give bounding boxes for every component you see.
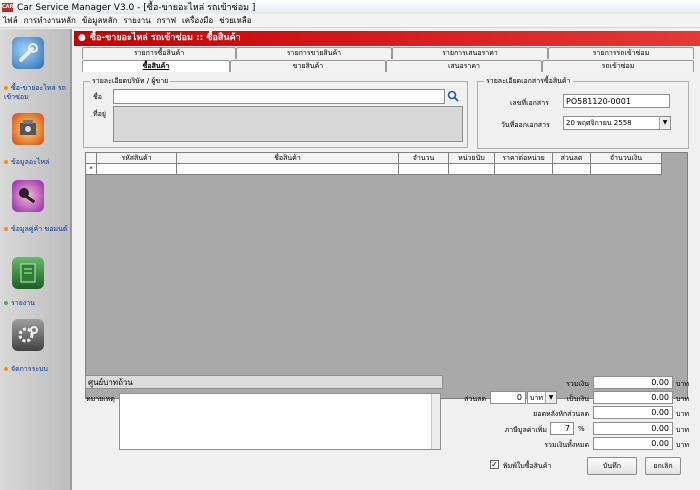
menu-bar: ไฟล์ การทำงานหลัก ข้อมูลหลัก รายงาน กราฟ… [0, 14, 700, 28]
sidebar: ซื้อ-ขายอะไหล่ รถเข้าซ่อม ข้อมูลอะไหล่ ข… [0, 29, 72, 490]
print-checkbox[interactable]: ✓ [490, 460, 499, 469]
total-label: รวมเงิน [566, 380, 589, 388]
grid-header-code[interactable]: รหัสสินค้า [97, 153, 177, 163]
items-grid: รหัสสินค้า ชื่อสินค้า จำนวน หน่วยนับ ราค… [85, 152, 688, 399]
new-row-marker: * [86, 164, 97, 174]
bullet-icon [4, 301, 8, 305]
cancel-button[interactable]: ยกเลิก [645, 457, 681, 475]
grid-header-unit-price[interactable]: ราคาต่อหน่วย [495, 153, 553, 163]
bullet-icon [4, 86, 8, 90]
search-icon[interactable] [447, 89, 460, 104]
vat-label: ภาษีมูลค่าเพิ่ม [504, 426, 547, 434]
tab-purchase[interactable]: ซื้อสินค้า [82, 60, 230, 72]
doc-date-value: 20 พฤศจิกายน 2558 [566, 119, 632, 127]
menu-master-data[interactable]: ข้อมูลหลัก [82, 14, 117, 27]
app-logo-icon: CAR [2, 2, 14, 12]
supplier-address-label: ที่อยู่ [93, 110, 106, 118]
vat-currency: บาท [676, 426, 689, 434]
grid-header-name[interactable]: ชื่อสินค้า [177, 153, 399, 163]
sidebar-item-label: จัดการระบบ [11, 365, 48, 373]
supplier-name-label: ชื่อ [93, 93, 102, 101]
menu-reports[interactable]: รายงาน [123, 14, 150, 27]
menu-help[interactable]: ช่วยเหลือ [219, 14, 251, 27]
grand-total-field: 0.00 [593, 437, 673, 450]
menu-charts[interactable]: กราฟ [157, 14, 176, 27]
document-group-title: รายละเอียดเอกสารซื้อสินค้า [486, 77, 571, 85]
discount-money-currency: บาท [676, 395, 689, 403]
grid-header-row: รหัสสินค้า ชื่อสินค้า จำนวน หน่วยนับ ราค… [86, 153, 662, 164]
after-discount-currency: บาท [676, 410, 689, 418]
supplier-address-display [113, 106, 463, 142]
tabs-row-bottom: ซื้อสินค้า ขายสินค้า เสนอราคา รถเข้าซ่อม [82, 60, 694, 72]
discount-type-value: บาท [530, 394, 543, 402]
total-currency: บาท [676, 380, 689, 388]
gears-icon [12, 319, 44, 351]
after-discount-label: ยอดหลังหักส่วนลด [533, 410, 589, 418]
chevron-down-icon[interactable]: ▼ [659, 117, 670, 129]
grid-header-selector [86, 153, 97, 163]
amount-in-words: ศูนย์บาทถ้วน [85, 375, 443, 389]
title-bar: CAR Car Service Manager V3.0 - [ซื้อ-ขาย… [0, 0, 700, 14]
tab-repair-list[interactable]: รายการรถเข้าซ่อม [548, 47, 694, 59]
save-button[interactable]: บันทึก [587, 457, 637, 475]
grand-total-label: รวมเงินทั้งหมด [544, 441, 589, 449]
doc-no-input[interactable]: PO581120-0001 [563, 94, 670, 108]
discount-type-select[interactable]: บาท ▼ [527, 391, 557, 404]
engine-icon [12, 113, 44, 145]
tab-repair[interactable]: รถเข้าซ่อม [542, 60, 694, 72]
doc-date-label: วันที่ออกเอกสาร [501, 121, 550, 129]
sidebar-item-label: รายงาน [11, 299, 35, 307]
document-group: รายละเอียดเอกสารซื้อสินค้า [477, 76, 689, 149]
bullet-icon: ● [78, 33, 86, 43]
menu-main-operations[interactable]: การทำงานหลัก [24, 14, 76, 27]
discount-money-field: 0.00 [593, 391, 673, 404]
sidebar-item-label: ซื้อ-ขายอะไหล่ รถเข้าซ่อม [4, 84, 66, 101]
vat-percent-sign: % [578, 425, 585, 433]
wrench-icon [12, 37, 44, 69]
notes-textarea[interactable] [119, 393, 441, 450]
total-field: 0.00 [593, 376, 673, 389]
bullet-icon [4, 227, 8, 231]
grid-header-unit[interactable]: หน่วยนับ [449, 153, 495, 163]
discount-money-label: เป็นเงิน [566, 395, 589, 403]
grid-header-qty[interactable]: จำนวน [399, 153, 449, 163]
doc-date-picker[interactable]: 20 พฤศจิกายน 2558 ▼ [563, 116, 671, 130]
grid-header-amount[interactable]: จำนวนเงิน [591, 153, 662, 163]
keys-icon [12, 180, 44, 212]
vat-rate-input[interactable]: 7 [550, 422, 574, 435]
menu-file[interactable]: ไฟล์ [3, 14, 18, 27]
sidebar-item-label: ข้อมูลอะไหล่ [11, 158, 50, 166]
main-content: ● ซื้อ-ขายอะไหล่ รถเข้าซ่อม :: ซื้อสินค้า… [74, 29, 700, 490]
vat-field: 0.00 [593, 422, 673, 435]
sidebar-item-label: ข้อมูลคู่ค้า ขอมนต์ [11, 225, 68, 233]
form-header: ● ซื้อ-ขายอะไหล่ รถเข้าซ่อม :: ซื้อสินค้า [74, 31, 700, 46]
table-row[interactable]: * [86, 164, 662, 175]
after-discount-field: 0.00 [593, 406, 673, 419]
notes-scrollbar[interactable] [431, 394, 440, 449]
tab-purchase-list[interactable]: รายการซื้อสินค้า [82, 47, 236, 59]
grid-header-discount[interactable]: ส่วนลด [553, 153, 591, 163]
notes-label: หมายเหตุ [86, 395, 115, 403]
tab-quote[interactable]: เสนอราคา [386, 60, 542, 72]
tab-sale[interactable]: ขายสินค้า [230, 60, 386, 72]
bullet-icon [4, 160, 8, 164]
doc-no-label: เลขที่เอกสาร [510, 99, 549, 107]
form-title: ซื้อ-ขายอะไหล่ รถเข้าซ่อม :: ซื้อสินค้า [89, 33, 241, 43]
tabs-row-top: รายการซื้อสินค้า รายการขายสินค้า รายการเ… [82, 47, 694, 59]
purchase-panel: รายละเอียดบริษัท / ผู้ขาย ชื่อ ที่อยู่ ร… [74, 74, 700, 490]
window-title: Car Service Manager V3.0 - [ซื้อ-ขายอะไห… [17, 3, 256, 13]
supplier-name-input[interactable] [113, 89, 445, 104]
print-checkbox-label: พิมพ์ใบซื้อสินค้า [503, 462, 552, 470]
discount-label: ส่วนลด [464, 395, 486, 403]
discount-input[interactable]: 0 [490, 391, 526, 404]
tab-quote-list[interactable]: รายการเสนอราคา [392, 47, 548, 59]
menu-tools[interactable]: เครื่องมือ [182, 14, 213, 27]
grand-total-currency: บาท [676, 441, 689, 449]
supplier-group-title: รายละเอียดบริษัท / ผู้ขาย [92, 77, 169, 85]
bullet-icon [4, 367, 8, 371]
tab-sale-list[interactable]: รายการขายสินค้า [236, 47, 392, 59]
report-book-icon [12, 257, 44, 289]
